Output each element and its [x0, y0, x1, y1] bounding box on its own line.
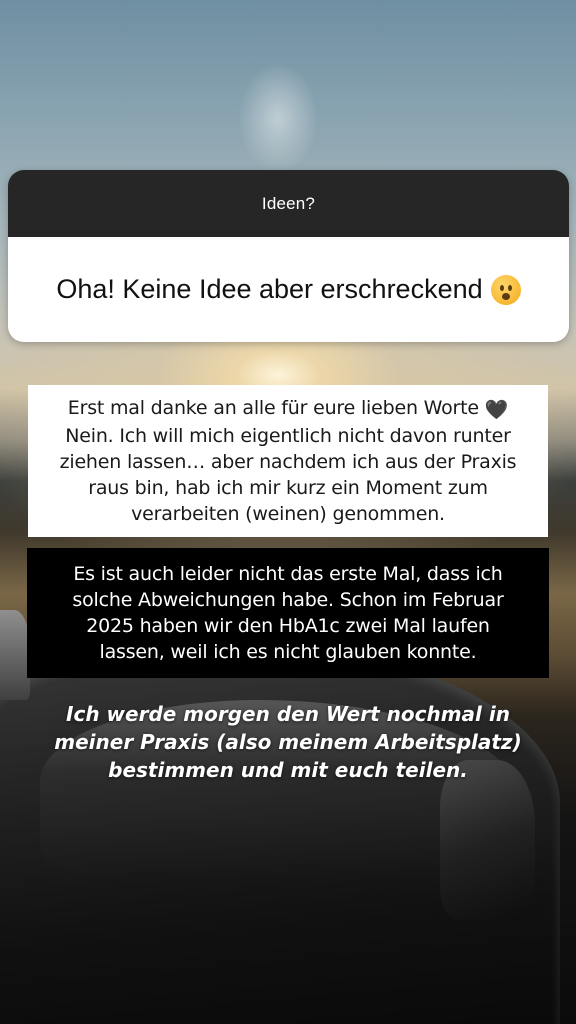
text-box-white-content: Erst mal danke an alle für eure lieben W…: [60, 395, 517, 527]
text-line: ziehen lassen… aber nachdem ich aus der …: [59, 451, 517, 473]
caption-text: Ich werde morgen den Wert nochmal in mei…: [30, 700, 546, 784]
text-line: Es ist auch leider nicht das erste Mal, …: [73, 563, 503, 585]
text-line: raus bin, hab ich mir kurz ein Moment zu…: [88, 477, 488, 499]
text-line: Nein. Ich will mich eigentlich nicht dav…: [65, 425, 511, 447]
text-line: lassen, weil ich es nicht glauben konnte…: [99, 641, 477, 663]
text-line: solche Abweichungen habe. Schon im Febru…: [72, 589, 504, 611]
story-viewer[interactable]: Ideen? Oha! Keine Idee aber erschreckend…: [0, 0, 576, 1024]
text-line: verarbeiten (weinen) genommen.: [131, 503, 445, 525]
text-line: Erst mal danke an alle für eure lieben W…: [67, 397, 479, 419]
caption-line: bestimmen und mit euch teilen.: [108, 758, 468, 782]
black-heart-icon: 🖤: [484, 399, 509, 421]
text-box-black: Es ist auch leider nicht das erste Mal, …: [27, 548, 549, 678]
answer-text: Oha! Keine Idee aber erschreckend: [56, 274, 483, 304]
text-line: 2025 haben wir den HbA1c zwei Mal laufen: [86, 615, 490, 637]
text-box-white: Erst mal danke an alle für eure lieben W…: [28, 385, 548, 537]
caption-line: meiner Praxis (also meinem Arbeitsplatz): [54, 730, 522, 754]
question-header: Ideen?: [8, 170, 569, 237]
car-spoiler: [440, 760, 535, 920]
answer-body: Oha! Keine Idee aber erschreckend: [8, 237, 569, 342]
text-box-black-content: Es ist auch leider nicht das erste Mal, …: [72, 561, 503, 665]
worried-face-icon: [490, 274, 521, 305]
question-sticker[interactable]: Ideen? Oha! Keine Idee aber erschreckend: [8, 170, 569, 342]
caption-line: Ich werde morgen den Wert nochmal in: [66, 702, 510, 726]
question-text: Ideen?: [261, 193, 316, 213]
car-mirror-edge: [0, 610, 30, 700]
